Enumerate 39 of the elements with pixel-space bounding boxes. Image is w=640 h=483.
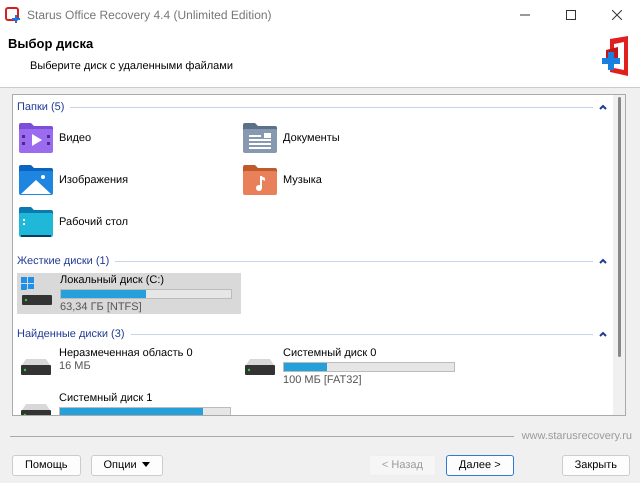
disk-item[interactable]: Неразмеченная область 0 16 МБ [17,346,241,387]
folder-item[interactable]: Музыка [241,161,465,199]
disk-item[interactable]: Системный диск 1 [17,391,241,415]
disk-item[interactable]: Локальный диск (C:) 63,34 ГБ [NTFS] [17,273,241,314]
folder-item[interactable]: Документы [241,119,465,157]
disk-info: 63,34 ГБ [NTFS] [60,301,143,313]
scrollbar[interactable] [613,95,625,415]
close-icon [612,10,622,20]
folder-item[interactable]: Рабочий стол [17,203,241,241]
dialog-button[interactable]: Закрыть [562,454,630,476]
disk-name: Системный диск 0 [283,347,378,360]
disk-name: Неразмеченная область 0 [59,347,193,360]
disk-info: 100 МБ [FAT32] [283,374,363,386]
collapse-icon[interactable] [599,331,607,337]
caret-icon [142,462,150,468]
disk-name: Системный диск 1 [59,392,154,405]
picture-folder-icon [19,165,53,195]
dialog-button[interactable]: Помощь [12,454,80,476]
maximize-icon [566,10,576,20]
collapse-icon[interactable] [599,104,607,110]
disk-item[interactable]: Системный диск 0 100 МБ [FAT32] [241,346,465,387]
disk-info: 16 МБ [59,360,92,372]
page-subtitle: Выберите диск с удаленными файлами [30,58,233,74]
folder-item[interactable]: Видео [17,119,241,157]
window-title: Starus Office Recovery 4.4 (Unlimited Edition) [27,7,272,24]
dialog-button[interactable]: Далее > [446,454,514,476]
section-title: Жесткие диски (1) [17,254,110,269]
music-folder-icon [243,165,277,195]
collapse-icon[interactable] [599,258,607,264]
video-folder-icon [19,123,53,153]
folder-item[interactable]: Изображения [17,161,241,199]
section-title: Найденные диски (3) [17,326,124,342]
page-title: Выбор диска [8,35,94,53]
dropdown-button[interactable]: Опции [90,454,163,476]
app-logo-icon [5,7,21,23]
desktop-folder-icon [19,207,53,237]
document-folder-icon [243,123,277,153]
section-title: Папки (5) [17,100,64,115]
disk-name: Локальный диск (C:) [60,274,166,287]
